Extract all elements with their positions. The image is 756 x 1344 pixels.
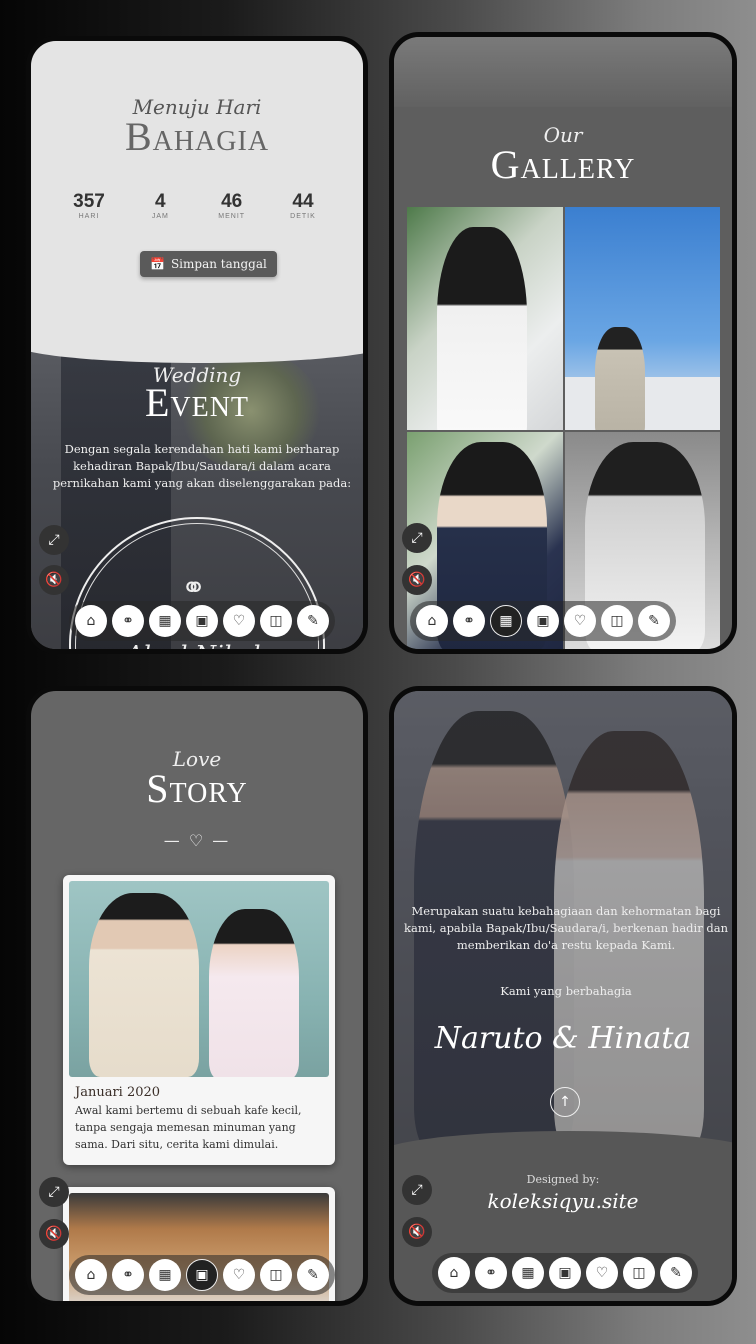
gallery-icon[interactable]: ▣ [527, 605, 559, 637]
rings-icon[interactable]: ⚭ [453, 605, 485, 637]
phone-closing-screen: Merupakan suatu kebahagiaan dan kehormat… [389, 686, 737, 1306]
countdown-label: MENIT [218, 213, 246, 220]
edit-icon[interactable]: ✎ [638, 605, 670, 637]
photo-gallery-grid [407, 207, 720, 649]
gift-icon[interactable]: ◫ [260, 605, 292, 637]
akad-title: Akad Nikah [31, 641, 363, 649]
designed-by-label: Designed by: [526, 1173, 600, 1186]
heart-icon[interactable]: ♡ [223, 605, 255, 637]
bottom-nav: ⌂ ⚭ ▦ ▣ ♡ ◫ ✎ [432, 1253, 698, 1293]
gallery-header-bg [394, 37, 732, 107]
rings-icon[interactable]: ⚭ [112, 1259, 144, 1291]
fullscreen-exit-icon[interactable]: ⤢ [39, 1177, 69, 1207]
gift-icon[interactable]: ◫ [623, 1257, 655, 1289]
home-icon[interactable]: ⌂ [438, 1257, 470, 1289]
gallery-photo[interactable] [564, 207, 720, 430]
edit-icon[interactable]: ✎ [660, 1257, 692, 1289]
mute-icon[interactable]: 🔇 [39, 1219, 69, 1249]
home-icon[interactable]: ⌂ [75, 1259, 107, 1291]
arrow-up-icon: ↑ [559, 1094, 571, 1110]
countdown-title: Bahagia [124, 114, 270, 159]
bottom-nav: ⌂ ⚭ ▦ ▣ ♡ ◫ ✎ [410, 601, 676, 641]
calendar-icon[interactable]: ▦ [490, 605, 522, 637]
closing-signoff: Kami yang berbahagia [500, 984, 632, 998]
countdown-seconds: 44 DETIK [275, 191, 331, 220]
save-date-label: Simpan tanggal [170, 257, 267, 271]
edit-icon[interactable]: ✎ [297, 605, 329, 637]
countdown-hours: 4 JAM [132, 191, 188, 220]
calendar-icon: 📅 [150, 257, 165, 271]
gift-icon[interactable]: ◫ [601, 605, 633, 637]
groom-figure [89, 893, 199, 1077]
fullscreen-exit-icon[interactable]: ⤢ [402, 1175, 432, 1205]
countdown-label: HARI [78, 213, 100, 220]
countdown-value: 357 [73, 191, 105, 212]
countdown-days: 357 HARI [61, 191, 117, 220]
phone-gallery-screen: Our Gallery ⤢ 🔇 ⌂ ⚭ ▦ ▣ ♡ ◫ ✎ [389, 32, 737, 654]
story-date: Januari 2020 [75, 1085, 161, 1100]
couple-names: Naruto & Hinata [434, 1021, 692, 1056]
couple-figure [594, 327, 645, 430]
mute-icon[interactable]: 🔇 [402, 1217, 432, 1247]
calendar-icon[interactable]: ▦ [512, 1257, 544, 1289]
phone-countdown-screen: Menuju Hari Bahagia 357 HARI 4 JAM 46 ME… [26, 36, 368, 654]
countdown-timer: 357 HARI 4 JAM 46 MENIT 44 DETIK [61, 191, 331, 220]
event-title: Event [144, 380, 250, 425]
heart-icon[interactable]: ♡ [223, 1259, 255, 1291]
calendar-icon[interactable]: ▦ [149, 605, 181, 637]
home-icon[interactable]: ⌂ [416, 605, 448, 637]
save-date-button[interactable]: 📅 Simpan tanggal [140, 251, 277, 277]
countdown-label: DETIK [290, 213, 316, 220]
bride-figure [209, 909, 299, 1077]
heart-icon[interactable]: ♡ [564, 605, 596, 637]
story-photo [69, 881, 329, 1077]
closing-message: Merupakan suatu kebahagiaan dan kehormat… [404, 904, 728, 952]
edit-icon[interactable]: ✎ [297, 1259, 329, 1291]
gift-icon[interactable]: ◫ [260, 1259, 292, 1291]
scroll-top-button[interactable]: ↑ [550, 1087, 580, 1117]
gallery-icon[interactable]: ▣ [186, 1259, 218, 1291]
countdown-value: 44 [292, 191, 314, 212]
mute-icon[interactable]: 🔇 [39, 565, 69, 595]
rings-icon[interactable]: ⚭ [475, 1257, 507, 1289]
story-title: Story [146, 766, 248, 811]
bottom-nav: ⌂ ⚭ ▦ ▣ ♡ ◫ ✎ [69, 1255, 335, 1295]
fullscreen-exit-icon[interactable]: ⤢ [402, 523, 432, 553]
story-text: Awal kami bertemu di sebuah kafe kecil, … [75, 1104, 302, 1151]
heart-divider: — ♡ — [163, 831, 231, 850]
bride-figure [437, 227, 527, 430]
calendar-icon[interactable]: ▦ [149, 1259, 181, 1291]
section-curve [31, 323, 363, 363]
countdown-label: JAM [151, 213, 169, 220]
bottom-nav: ⌂ ⚭ ▦ ▣ ♡ ◫ ✎ [69, 601, 335, 641]
gallery-photo[interactable] [407, 207, 563, 430]
story-card: Januari 2020 Awal kami bertemu di sebuah… [63, 875, 335, 1165]
fullscreen-exit-icon[interactable]: ⤢ [39, 525, 69, 555]
gallery-icon[interactable]: ▣ [186, 605, 218, 637]
designer-site[interactable]: koleksiqyu.site [394, 1189, 732, 1213]
mute-icon[interactable]: 🔇 [402, 565, 432, 595]
phone-story-screen: Love Story — ♡ — Januari 2020 Awal kami … [26, 686, 368, 1306]
countdown-value: 46 [221, 191, 243, 212]
event-intro-text: Dengan segala kerendahan hati kami berha… [52, 442, 352, 490]
home-icon[interactable]: ⌂ [75, 605, 107, 637]
countdown-minutes: 46 MENIT [204, 191, 260, 220]
gallery-icon[interactable]: ▣ [549, 1257, 581, 1289]
rings-icon[interactable]: ⚭ [112, 605, 144, 637]
countdown-value: 4 [155, 191, 166, 212]
gallery-title: Gallery [490, 142, 636, 187]
heart-icon[interactable]: ♡ [586, 1257, 618, 1289]
